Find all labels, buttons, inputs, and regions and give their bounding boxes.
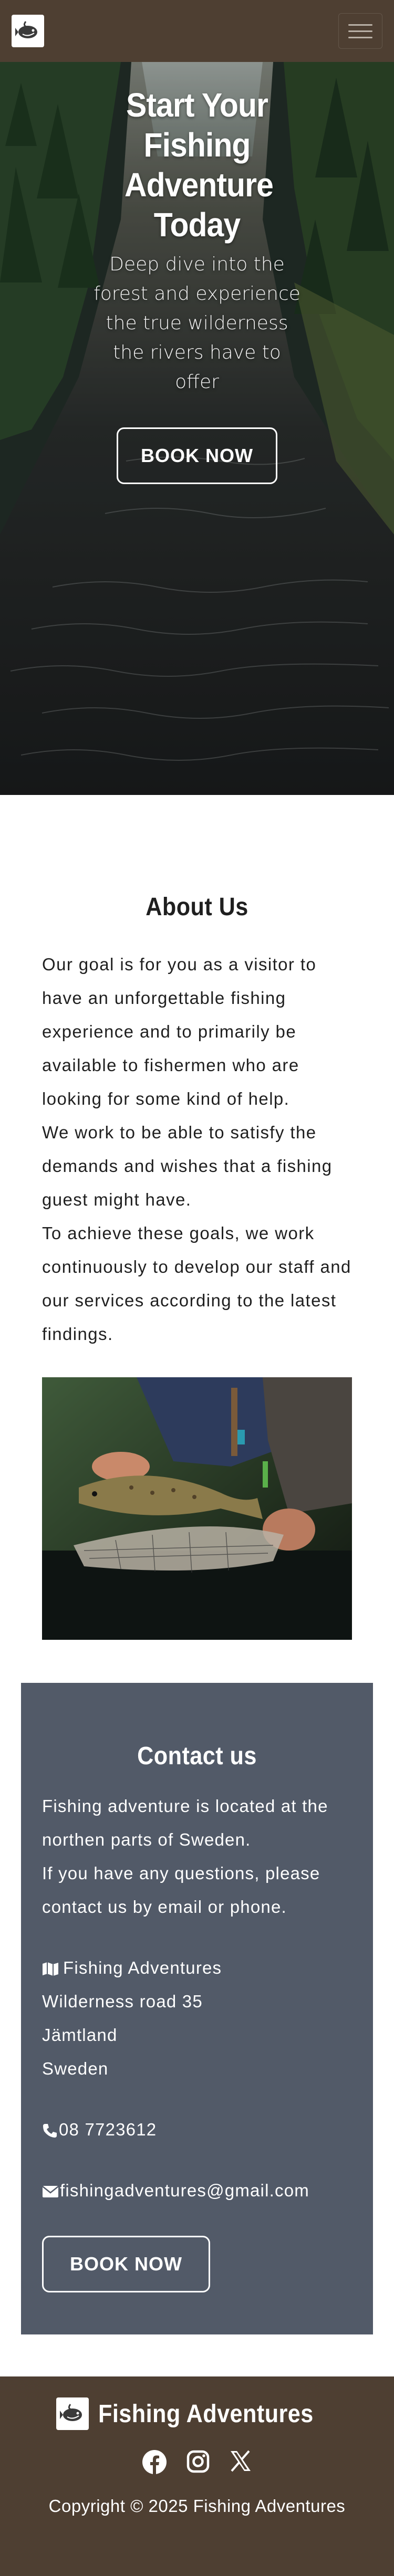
navbar (0, 0, 394, 62)
hamburger-menu-icon (348, 24, 372, 26)
contact-intro: Fishing adventure is located at the nort… (42, 1796, 328, 1849)
about-paragraph: To achieve these goals, we work continuo… (42, 1223, 351, 1344)
facebook-link[interactable] (142, 2450, 167, 2476)
about-text: Our goal is for you as a visitor to have… (42, 948, 352, 1351)
phone-icon (43, 2124, 57, 2138)
hero-content: Start Your Fishing Adventure Today Deep … (0, 85, 394, 484)
fish-hook-logo-icon (60, 2404, 82, 2421)
footer: Fishing Adventures Copyright © 2025 Fish… (0, 2376, 394, 2576)
contact-title: Contact us (137, 1742, 257, 1770)
contact-section: Contact us Fishing adventure is located … (21, 1683, 373, 2334)
logo-link[interactable] (12, 15, 44, 47)
copyright-text: Copyright © 2025 Fishing Adventures (48, 2496, 346, 2516)
instagram-link[interactable] (186, 2450, 210, 2476)
footer-logo (56, 2397, 89, 2430)
about-section: About Us Our goal is for you as a visito… (0, 795, 394, 1640)
contact-address: Fishing Adventures Wilderness road 35 Jä… (42, 1951, 352, 2086)
phone-number[interactable]: 08 7723612 (59, 2120, 157, 2139)
about-paragraph: We work to be able to satisfy the demand… (42, 1123, 333, 1209)
about-title: About Us (146, 893, 248, 921)
contact-phone[interactable]: 08 7723612 (42, 2113, 352, 2146)
email-address[interactable]: fishingadventures@gmail.com (60, 2181, 309, 2200)
address-region: Jämtland (42, 2025, 118, 2045)
hero-book-now-button[interactable]: BOOK NOW (117, 427, 277, 484)
hamburger-menu-button[interactable] (338, 13, 382, 49)
footer-brand[interactable]: Fishing Adventures (56, 2397, 337, 2430)
x-icon (231, 2450, 251, 2472)
address-name: Fishing Adventures (63, 1958, 222, 1977)
hero-title: Start Your Fishing Adventure Today (125, 86, 274, 244)
contact-book-now-button[interactable]: BOOK NOW (42, 2236, 210, 2292)
about-paragraph: Our goal is for you as a visitor to have… (42, 955, 317, 1108)
facebook-icon (142, 2450, 167, 2474)
fish-hook-logo-icon (15, 21, 37, 38)
hero-subtitle: Deep dive into the forest and experience… (94, 254, 300, 393)
map-icon (43, 1962, 58, 1976)
x-link[interactable] (230, 2450, 252, 2476)
address-country: Sweden (42, 2059, 109, 2078)
address-street: Wilderness road 35 (42, 1992, 203, 2011)
envelope-icon (42, 2186, 59, 2198)
footer-brand-name: Fishing Adventures (98, 2400, 314, 2428)
contact-intro: If you have any questions, please contac… (42, 1863, 320, 1917)
instagram-icon (186, 2450, 210, 2473)
fisherman-trout-image (42, 1377, 352, 1640)
contact-email[interactable]: fishingadventures@gmail.com (42, 2174, 352, 2207)
hero-section: Start Your Fishing Adventure Today Deep … (0, 62, 394, 795)
social-links (0, 2450, 394, 2476)
